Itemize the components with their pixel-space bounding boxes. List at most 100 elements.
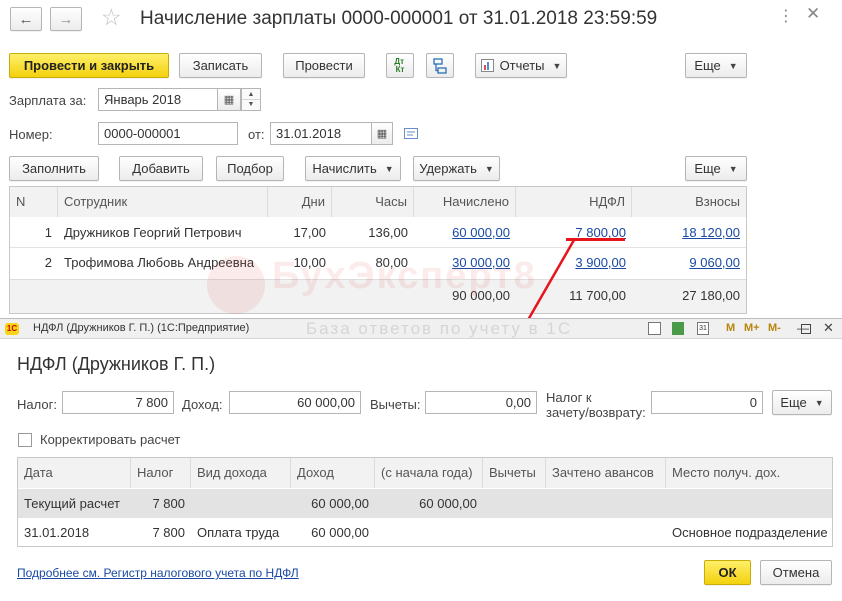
column-header[interactable]: Часы (332, 187, 414, 217)
comment-icon[interactable] (404, 127, 418, 139)
ytd-income-cell[interactable]: 60 000,00 (375, 489, 483, 518)
withhold-button[interactable]: Удержать ▼ (413, 156, 500, 181)
advances-cell[interactable] (546, 518, 666, 547)
contrib-value[interactable]: 18 120,00 (682, 225, 740, 240)
offset-input[interactable]: 0 (651, 391, 763, 414)
calendar-icon: ▦ (376, 128, 388, 140)
date-cell[interactable]: 31.01.2018 (18, 518, 131, 547)
column-header[interactable]: Зачтено авансов (546, 458, 666, 488)
correct-calculation-checkbox[interactable] (18, 433, 32, 447)
tax-cell[interactable]: 7 800 (131, 489, 191, 518)
calendar-button[interactable]: ▦ (217, 88, 241, 111)
stepper-down-icon[interactable]: ▼ (242, 100, 260, 110)
contrib-link[interactable]: 9 060,00 (632, 248, 746, 277)
column-header[interactable]: Место получ. дох. (666, 458, 832, 488)
place-cell[interactable]: Основное подразделение (666, 518, 832, 547)
cancel-button[interactable]: Отмена (760, 560, 832, 585)
contrib-value[interactable]: 9 060,00 (689, 255, 740, 270)
column-header[interactable]: Дни (268, 187, 332, 217)
calendar-icon: ▦ (223, 94, 235, 106)
dialog-more-button[interactable]: Еще ▼ (772, 390, 832, 415)
memory-icon[interactable]: M (726, 322, 735, 334)
close-icon[interactable]: ✕ (806, 4, 820, 24)
dt-kt-button[interactable]: Дт Кт (386, 53, 414, 78)
period-stepper[interactable]: ▲ ▼ (241, 88, 261, 111)
column-header[interactable]: N (10, 187, 58, 217)
stepper-up-icon[interactable]: ▲ (242, 89, 260, 100)
column-header[interactable]: Вид дохода (191, 458, 291, 488)
accrue-button[interactable]: Начислить ▼ (305, 156, 401, 181)
more-button[interactable]: Еще ▼ (685, 53, 747, 78)
accrued-value[interactable]: 60 000,00 (452, 225, 510, 240)
post-button[interactable]: Провести (283, 53, 365, 78)
restore-icon[interactable] (801, 324, 811, 334)
offset-label-line2: зачету/возврату: (546, 405, 646, 420)
income-cell[interactable]: 60 000,00 (291, 489, 375, 518)
favorite-star-icon[interactable]: ☆ (101, 4, 122, 31)
deductions-cell[interactable] (483, 518, 546, 547)
ytd-income-cell[interactable] (375, 518, 483, 547)
employee-name[interactable]: Дружников Георгий Петрович (58, 218, 268, 247)
income-input[interactable]: 60 000,00 (229, 391, 361, 414)
column-header[interactable]: (с начала года) (375, 458, 483, 488)
spreadsheet-icon[interactable] (672, 322, 684, 335)
hours-cell[interactable]: 136,00 (332, 218, 414, 247)
days-cell[interactable]: 17,00 (268, 218, 332, 247)
reports-icon (480, 59, 494, 72)
deductions-cell[interactable] (483, 489, 546, 518)
post-and-close-button[interactable]: Провести и закрыть (9, 53, 169, 78)
structure-button[interactable] (426, 53, 454, 78)
tax-cell[interactable]: 7 800 (131, 518, 191, 547)
accrued-link[interactable]: 60 000,00 (414, 218, 516, 247)
arrow-left-icon: ← (18, 10, 34, 28)
contrib-link[interactable]: 18 120,00 (632, 218, 746, 247)
pick-button[interactable]: Подбор (216, 156, 284, 181)
forward-button[interactable]: → (50, 7, 82, 31)
fill-button[interactable]: Заполнить (9, 156, 99, 181)
advances-cell[interactable] (546, 489, 666, 518)
add-button[interactable]: Добавить (119, 156, 203, 181)
column-header[interactable]: Начислено (414, 187, 516, 217)
register-link[interactable]: Подробнее см. Регистр налогового учета п… (17, 566, 299, 580)
ndfl-value[interactable]: 3 900,00 (575, 255, 626, 270)
date-cell[interactable]: Текущий расчет (18, 489, 131, 518)
column-header[interactable]: Дата (18, 458, 131, 488)
income-cell[interactable]: 60 000,00 (291, 518, 375, 547)
chevron-down-icon: ▼ (728, 60, 738, 71)
column-header[interactable]: Сотрудник (58, 187, 268, 217)
reports-button[interactable]: Отчеты ▼ (475, 53, 567, 78)
page-title: Начисление зарплаты 0000-000001 от 31.01… (140, 8, 658, 29)
memory-plus-icon[interactable]: M+ (744, 322, 760, 334)
chevron-down-icon: ▼ (728, 163, 738, 174)
number-input[interactable]: 0000-000001 (98, 122, 238, 145)
back-button[interactable]: ← (10, 7, 42, 31)
table-more-button[interactable]: Еще ▼ (685, 156, 747, 181)
chevron-down-icon: ▼ (814, 397, 824, 408)
income-type-cell[interactable] (191, 489, 291, 518)
save-button[interactable]: Записать (179, 53, 262, 78)
place-cell[interactable] (666, 489, 832, 518)
column-header[interactable]: Вычеты (483, 458, 546, 488)
total-contrib: 27 180,00 (682, 288, 740, 303)
main-window: ← → ☆ Начисление зарплаты 0000-000001 от… (0, 0, 842, 321)
row-number: 2 (44, 255, 52, 270)
print-icon[interactable] (648, 322, 661, 335)
salary-period-input[interactable]: Январь 2018 (98, 88, 218, 111)
calendar-icon[interactable]: 31 (697, 322, 709, 335)
date-calendar-button[interactable]: ▦ (371, 122, 393, 145)
memory-minus-icon[interactable]: M- (768, 322, 781, 334)
column-header[interactable]: Доход (291, 458, 375, 488)
deductions-input[interactable]: 0,00 (425, 391, 537, 414)
dialog-title-bar: 1C НДФЛ (Дружников Г. П.) (1С:Предприяти… (0, 319, 842, 339)
ok-button[interactable]: ОК (704, 560, 751, 585)
tax-input[interactable]: 7 800 (62, 391, 174, 414)
income-type-cell[interactable]: Оплата труда (191, 518, 291, 547)
column-header[interactable]: НДФЛ (516, 187, 632, 217)
more-menu-icon[interactable]: ⋮ (778, 6, 794, 26)
close-icon[interactable]: ✕ (823, 320, 834, 336)
column-header[interactable]: Налог (131, 458, 191, 488)
column-header[interactable]: Взносы (632, 187, 746, 217)
date-input[interactable]: 31.01.2018 (270, 122, 372, 145)
correct-calculation-label[interactable]: Корректировать расчет (40, 432, 180, 447)
deductions-label: Вычеты: (370, 397, 421, 412)
